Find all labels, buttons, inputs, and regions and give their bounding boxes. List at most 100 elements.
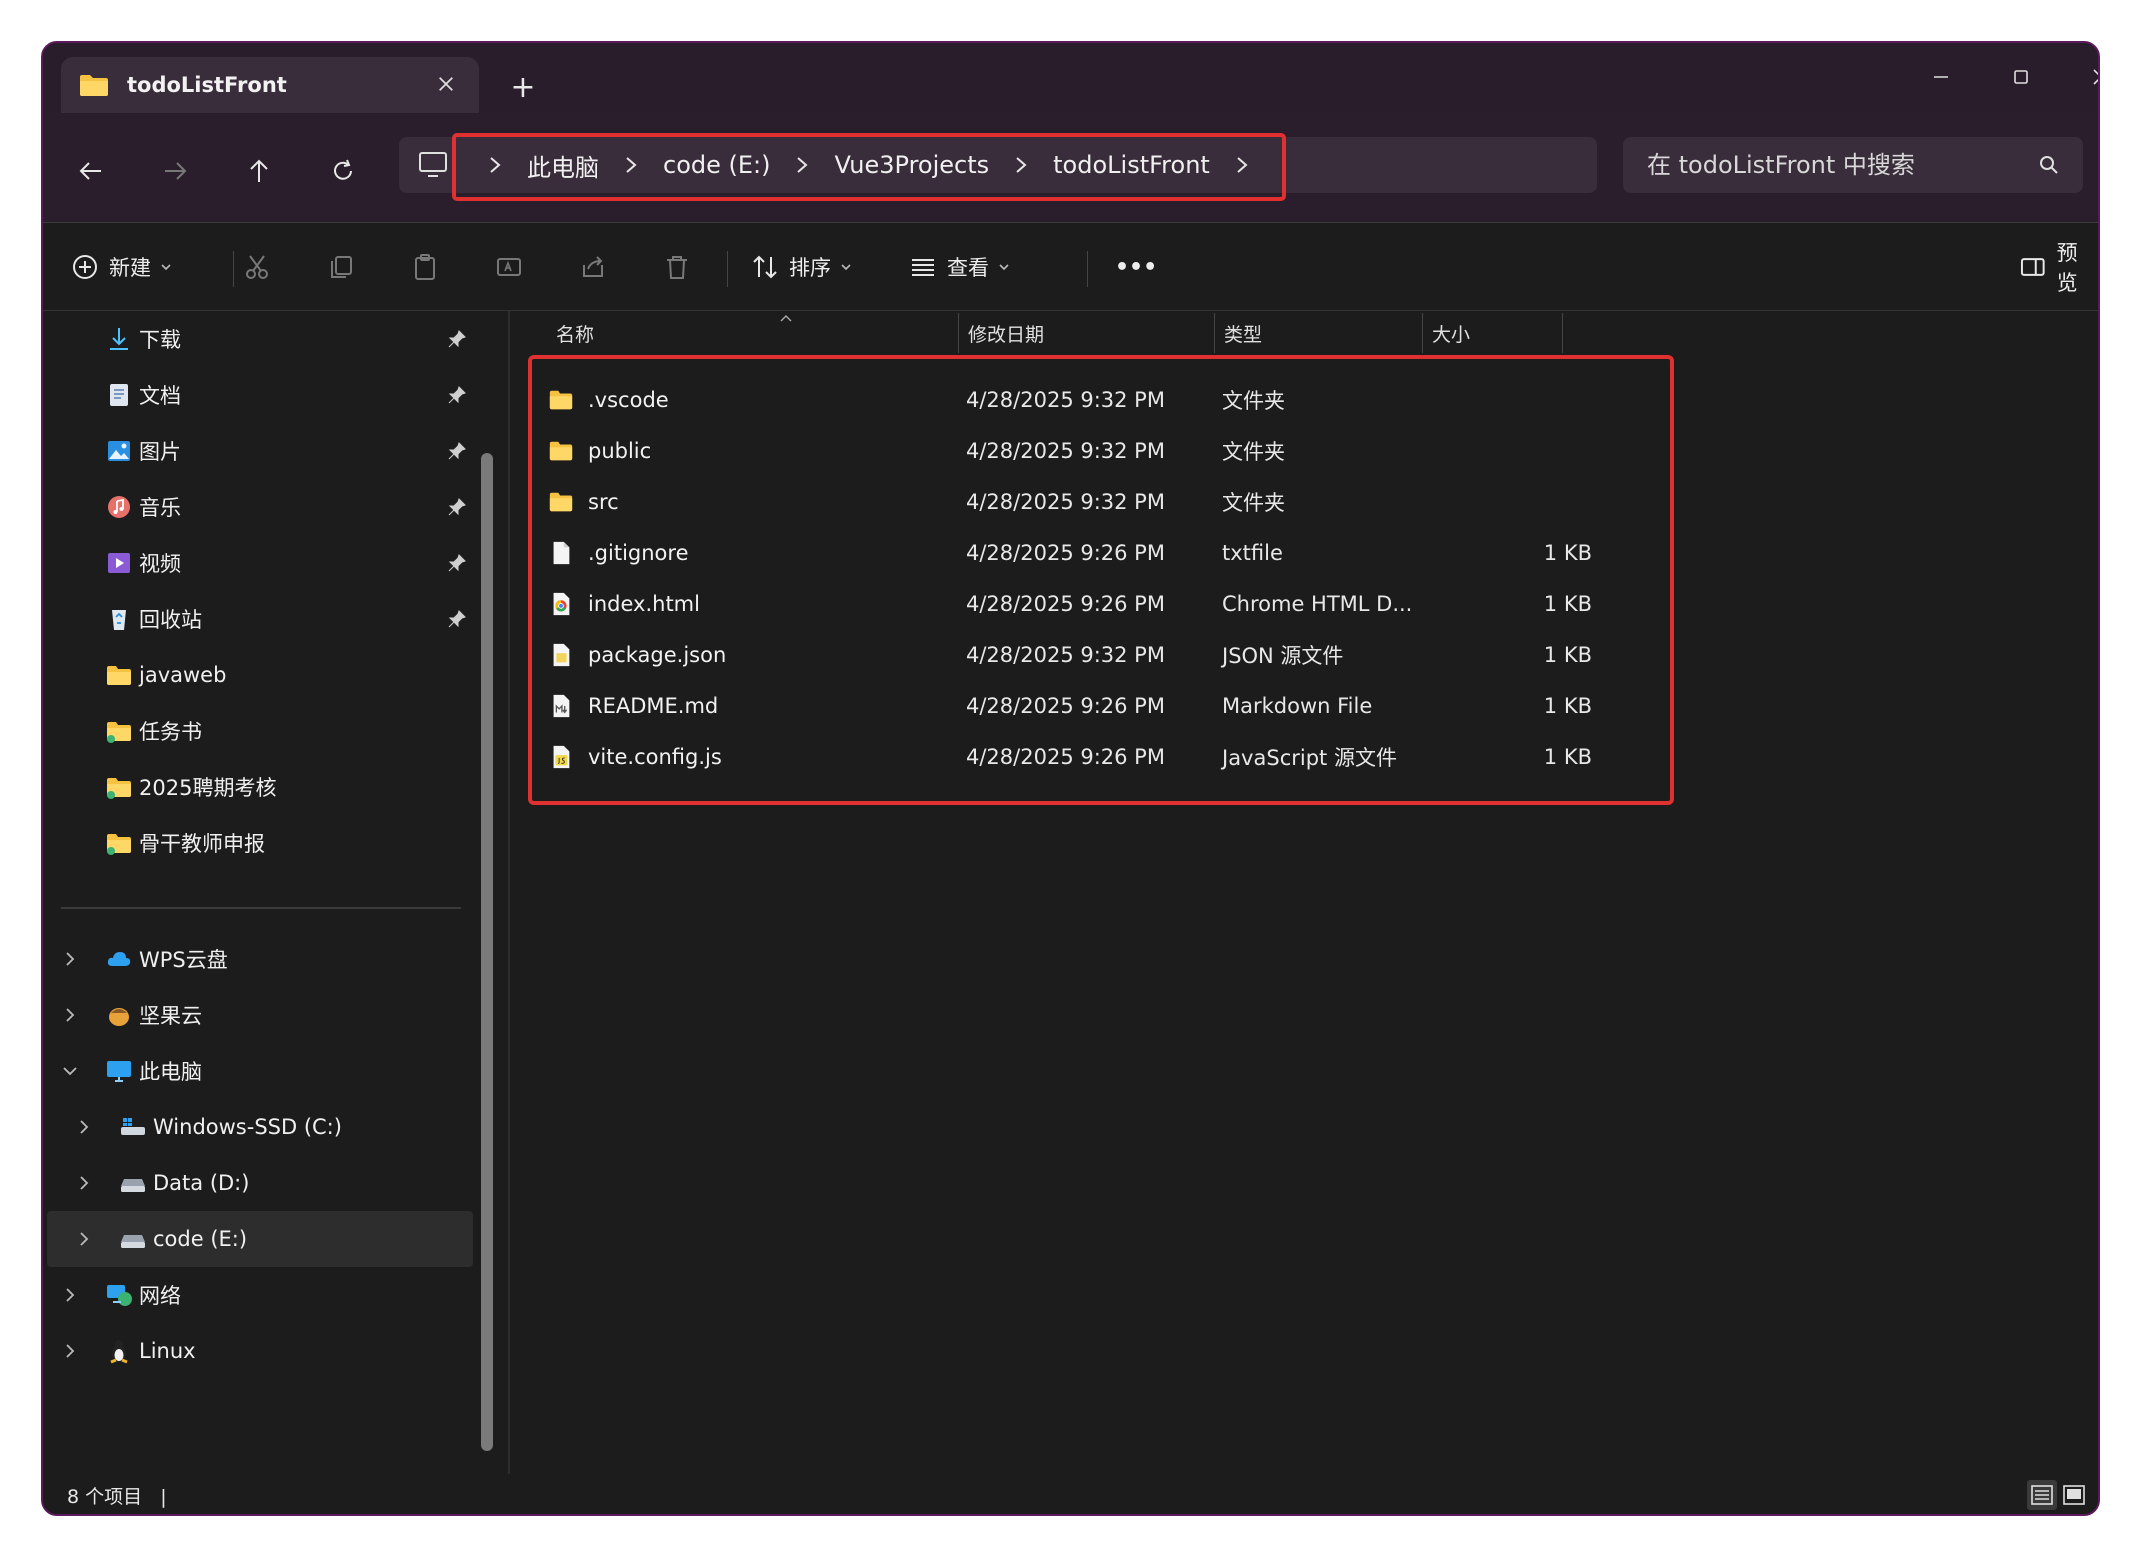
delete-button[interactable]: [663, 245, 691, 289]
videos-icon: [108, 553, 130, 573]
breadcrumb-item-todolistfront[interactable]: todoListFront: [1053, 151, 1210, 179]
sort-button[interactable]: 排序: [751, 245, 853, 289]
sidebar-item-downloads[interactable]: 下载: [43, 311, 473, 367]
rename-button[interactable]: [495, 245, 523, 289]
js-file-icon: [553, 745, 570, 769]
maximize-button[interactable]: [1981, 51, 2061, 103]
sidebar-item-2025-assessment[interactable]: 2025聘期考核: [43, 759, 473, 815]
chevron-right-icon[interactable]: [75, 1118, 93, 1136]
tab-todolistfront[interactable]: todoListFront: [61, 57, 479, 113]
copy-button[interactable]: [327, 245, 355, 289]
file-row[interactable]: public 4/28/2025 9:32 PM 文件夹: [540, 426, 1660, 476]
back-button[interactable]: [63, 143, 119, 199]
file-row[interactable]: .vscode 4/28/2025 9:32 PM 文件夹: [540, 375, 1660, 425]
sidebar-item-drive-c[interactable]: Windows-SSD (C:): [43, 1099, 473, 1155]
plus-circle-icon: [73, 255, 97, 279]
folder-icon: [549, 441, 573, 461]
chevron-right-icon[interactable]: [1009, 153, 1033, 177]
sidebar-item-label: Linux: [139, 1339, 196, 1363]
sidebar-item-label: WPS云盘: [139, 948, 228, 972]
sidebar-item-drive-e[interactable]: code (E:): [47, 1211, 473, 1267]
chevron-right-icon[interactable]: [75, 1230, 93, 1248]
minimize-button[interactable]: [1901, 51, 1981, 103]
paste-button[interactable]: [411, 245, 439, 289]
chevron-right-icon[interactable]: [61, 1006, 79, 1024]
up-button[interactable]: [231, 143, 287, 199]
refresh-button[interactable]: [315, 143, 371, 199]
sidebar-item-jianguoyun[interactable]: 坚果云: [43, 987, 473, 1043]
sidebar-item-documents[interactable]: 文档: [43, 367, 473, 423]
sidebar-item-task-book[interactable]: 任务书: [43, 703, 473, 759]
details-view-icon[interactable]: [2027, 1480, 2057, 1510]
pin-icon[interactable]: [447, 497, 467, 517]
new-button[interactable]: 新建: [71, 245, 173, 289]
drive-icon: [121, 1235, 145, 1248]
file-size: 1 KB: [1543, 694, 1592, 718]
search-input[interactable]: [1647, 151, 2027, 179]
cut-button[interactable]: [243, 245, 271, 289]
pin-icon[interactable]: [447, 609, 467, 629]
column-header-date[interactable]: 修改日期: [968, 311, 1208, 355]
chevron-right-icon[interactable]: [75, 1174, 93, 1192]
chevron-right-icon[interactable]: [619, 153, 643, 177]
sidebar-item-videos[interactable]: 视频: [43, 535, 473, 591]
pin-icon[interactable]: [447, 329, 467, 349]
file-row[interactable]: index.html 4/28/2025 9:26 PM Chrome HTML…: [540, 579, 1660, 629]
file-row[interactable]: package.json 4/28/2025 9:32 PM JSON 源文件 …: [540, 630, 1660, 680]
large-icons-view-icon[interactable]: [2059, 1480, 2089, 1510]
sidebar-scrollbar[interactable]: [481, 453, 493, 1451]
pin-icon[interactable]: [447, 441, 467, 461]
close-tab-button[interactable]: [431, 69, 461, 99]
sidebar-item-music[interactable]: 音乐: [43, 479, 473, 535]
divider: [1087, 251, 1088, 287]
address-bar[interactable]: 此电脑 code (E:) Vue3Projects todoListFront: [399, 137, 1597, 193]
sidebar-item-key-teacher[interactable]: 骨干教师申报: [43, 815, 473, 871]
preview-pane-icon: [2020, 258, 2045, 276]
sidebar-item-recycle-bin[interactable]: 回收站: [43, 591, 473, 647]
new-tab-button[interactable]: +: [501, 67, 545, 107]
file-type: Markdown File: [1222, 694, 1373, 718]
file-date: 4/28/2025 9:32 PM: [966, 439, 1165, 463]
file-row[interactable]: src 4/28/2025 9:32 PM 文件夹: [540, 477, 1660, 527]
sidebar-item-drive-d[interactable]: Data (D:): [43, 1155, 473, 1211]
forward-button[interactable]: [147, 143, 203, 199]
file-row[interactable]: .gitignore 4/28/2025 9:26 PM txtfile 1 K…: [540, 528, 1660, 578]
column-divider[interactable]: [958, 313, 959, 353]
close-window-button[interactable]: [2061, 51, 2098, 103]
column-header-size[interactable]: 大小: [1432, 311, 1552, 355]
file-row[interactable]: vite.config.js 4/28/2025 9:26 PM JavaScr…: [540, 732, 1660, 782]
pin-icon[interactable]: [447, 553, 467, 573]
column-divider[interactable]: [1562, 313, 1563, 353]
file-row[interactable]: README.md 4/28/2025 9:26 PM Markdown Fil…: [540, 681, 1660, 731]
column-divider[interactable]: [1214, 313, 1215, 353]
chevron-right-icon[interactable]: [790, 153, 814, 177]
sidebar-item-wps-cloud[interactable]: WPS云盘: [43, 931, 473, 987]
view-button[interactable]: 查看: [909, 245, 1011, 289]
preview-label: 预览: [2056, 241, 2078, 295]
chevron-down-icon[interactable]: [61, 1062, 79, 1080]
sidebar-item-this-pc[interactable]: 此电脑: [43, 1043, 473, 1099]
sidebar-item-pictures[interactable]: 图片: [43, 423, 473, 479]
sidebar-item-network[interactable]: 网络: [43, 1267, 473, 1323]
chevron-right-icon[interactable]: [1230, 153, 1254, 177]
chevron-right-icon[interactable]: [61, 950, 79, 968]
sidebar-item-javaweb[interactable]: javaweb: [43, 647, 473, 703]
column-header-name[interactable]: 名称: [556, 311, 806, 355]
view-label: 查看: [947, 256, 989, 280]
breadcrumb-item-code-drive[interactable]: code (E:): [663, 151, 770, 179]
search-box[interactable]: [1623, 137, 2083, 193]
chevron-right-icon[interactable]: [61, 1342, 79, 1360]
sidebar-item-linux[interactable]: Linux: [43, 1323, 473, 1379]
pin-icon[interactable]: [447, 385, 467, 405]
breadcrumb-item-this-pc[interactable]: 此电脑: [527, 148, 599, 183]
chevron-right-icon[interactable]: [483, 153, 507, 177]
column-divider[interactable]: [1422, 313, 1423, 353]
drive-icon: [121, 1179, 145, 1192]
chevron-right-icon[interactable]: [61, 1286, 79, 1304]
preview-pane-button[interactable]: 预览: [2019, 241, 2098, 295]
file-size: 1 KB: [1543, 541, 1592, 565]
share-button[interactable]: [579, 245, 607, 289]
column-header-type[interactable]: 类型: [1224, 311, 1414, 355]
breadcrumb-item-vue3projects[interactable]: Vue3Projects: [834, 151, 989, 179]
more-options-button[interactable]: •••: [1115, 245, 1157, 289]
